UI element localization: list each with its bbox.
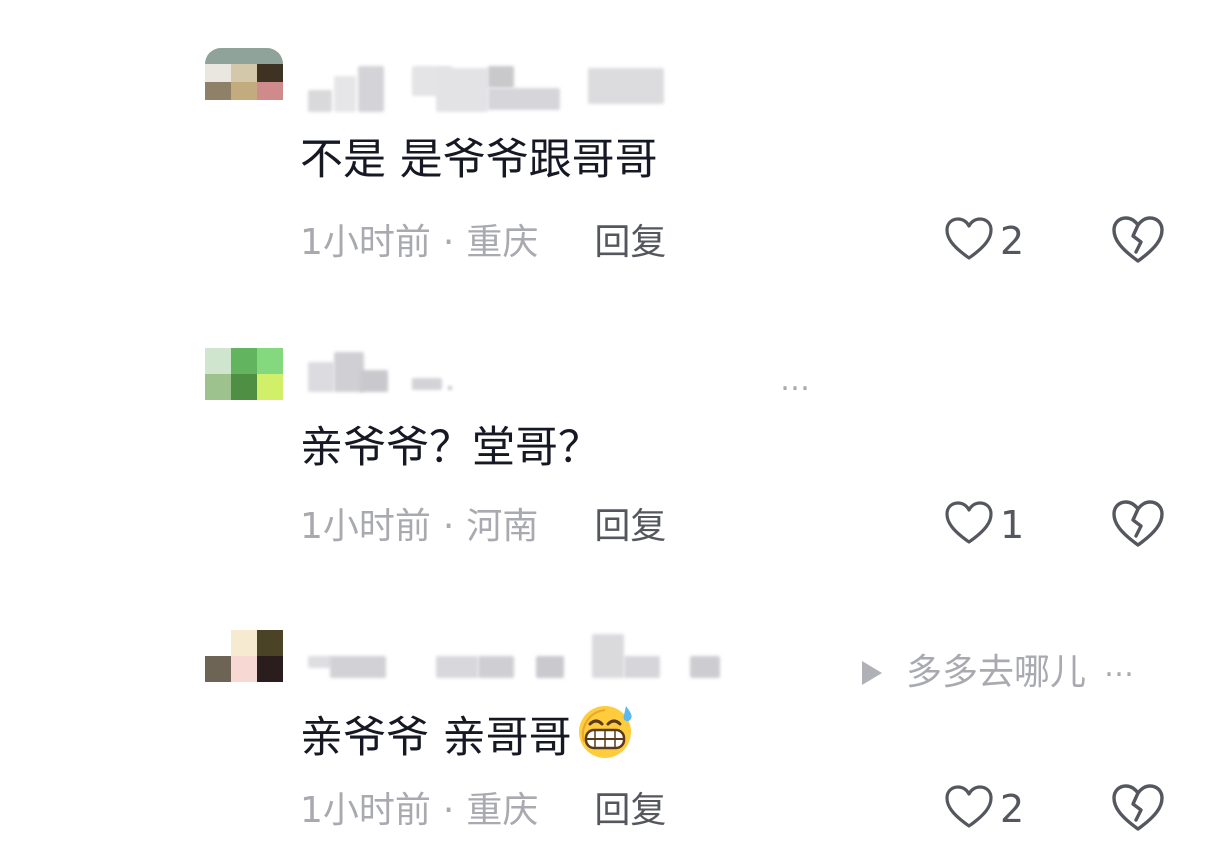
- username-blurred[interactable]: [308, 634, 720, 678]
- avatar[interactable]: [205, 630, 283, 682]
- more-options-button[interactable]: …: [780, 366, 812, 396]
- comment-text-content: 亲爷爷 亲哥哥: [300, 713, 572, 763]
- comment-text: 亲爷爷？堂哥？: [300, 423, 601, 473]
- comment-meta: 1小时前 · 河南 回复: [300, 502, 666, 552]
- reply-button[interactable]: 回复: [594, 506, 666, 547]
- broken-heart-icon: [1110, 216, 1166, 270]
- like-button[interactable]: 2: [944, 216, 1024, 266]
- broken-heart-icon: [1110, 784, 1166, 838]
- dislike-button[interactable]: [1110, 782, 1166, 834]
- broken-heart-icon: [1110, 500, 1166, 554]
- comment-location: 河南: [466, 506, 539, 547]
- comment-time: 1小时前: [300, 222, 431, 263]
- avatar[interactable]: [205, 348, 283, 400]
- reply-button[interactable]: 回复: [594, 790, 666, 831]
- avatar[interactable]: [205, 48, 283, 100]
- comment-item: … 亲爷爷 亲哥哥 1小时前 · 重庆 回复 2: [0, 590, 1228, 868]
- like-count: 2: [1000, 787, 1025, 831]
- more-options-button[interactable]: …: [1104, 652, 1136, 682]
- username-blurred[interactable]: [308, 66, 688, 112]
- like-button[interactable]: 2: [944, 784, 1024, 834]
- comment-text: 亲爷爷 亲哥哥: [300, 702, 638, 768]
- comment-list: 不是 是爷爷跟哥哥 1小时前 · 重庆 回复 2 … 多多去哪儿 亲爷爷？堂哥？…: [0, 0, 1228, 868]
- meta-separator: ·: [442, 506, 455, 547]
- comment-time: 1小时前: [300, 790, 431, 831]
- like-button[interactable]: 1: [944, 500, 1024, 550]
- heart-outline-icon: [944, 784, 994, 834]
- dislike-button[interactable]: [1110, 214, 1166, 266]
- heart-outline-icon: [944, 216, 994, 266]
- comment-location: 重庆: [466, 222, 539, 263]
- heart-outline-icon: [944, 500, 994, 550]
- dislike-button[interactable]: [1110, 498, 1166, 550]
- like-count: 1: [1000, 503, 1025, 547]
- comment-meta: 1小时前 · 重庆 回复: [300, 218, 666, 268]
- comment-item: 不是 是爷爷跟哥哥 1小时前 · 重庆 回复 2: [0, 0, 1228, 300]
- comment-text: 不是 是爷爷跟哥哥: [300, 135, 658, 185]
- grinning-sweat-emoji-icon: [572, 702, 638, 760]
- username-blurred[interactable]: [308, 352, 688, 396]
- comment-item: … 多多去哪儿 亲爷爷？堂哥？ 1小时前 · 河南 回复 1: [0, 300, 1228, 693]
- comment-time: 1小时前: [300, 506, 431, 547]
- meta-separator: ·: [442, 790, 455, 831]
- reply-button[interactable]: 回复: [594, 222, 666, 263]
- comment-meta: 1小时前 · 重庆 回复: [300, 786, 666, 836]
- like-count: 2: [1000, 219, 1025, 263]
- meta-separator: ·: [442, 222, 455, 263]
- comment-location: 重庆: [466, 790, 539, 831]
